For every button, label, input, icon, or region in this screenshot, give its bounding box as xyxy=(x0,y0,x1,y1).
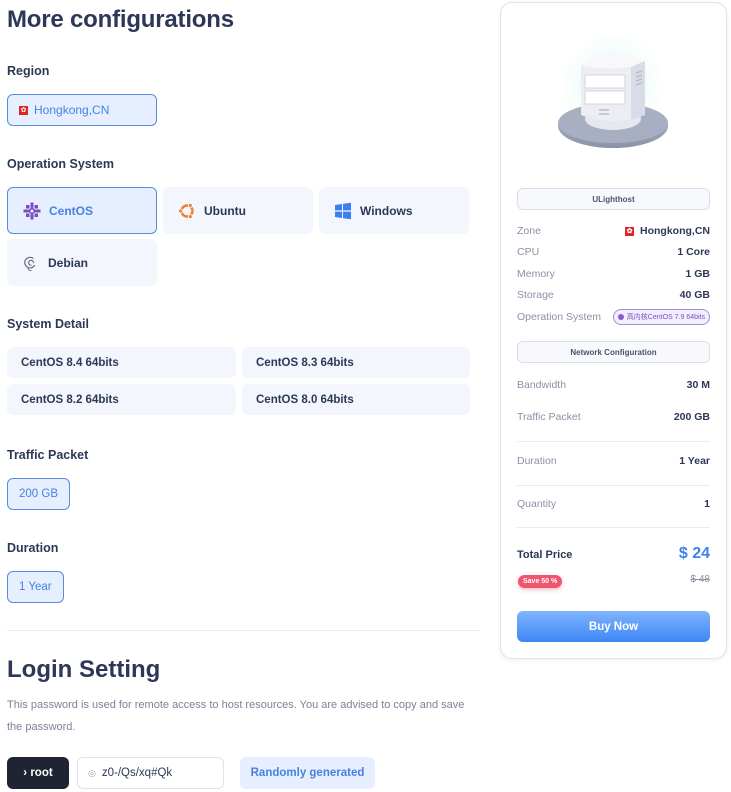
system-detail-option-label: CentOS 8.4 64bits xyxy=(21,356,119,369)
spec-value: 1 xyxy=(704,498,710,510)
os-option-ubuntu[interactable]: Ubuntu xyxy=(163,187,313,234)
spec-key: Operation System xyxy=(517,311,602,323)
network-configuration-pill: Network Configuration xyxy=(517,341,710,363)
spec-value: Hongkong,CN xyxy=(640,225,710,237)
traffic-packet-label: Traffic Packet xyxy=(7,448,89,462)
total-price-label: Total Price xyxy=(517,549,573,561)
order-summary-card: ULighthost Zone ✿ Hongkong,CN CPU 1 Core … xyxy=(500,2,727,659)
region-label: Region xyxy=(7,64,50,78)
centos-icon xyxy=(617,314,624,320)
region-option-label: Hongkong,CN xyxy=(34,103,110,117)
save-badge: Save 50 % xyxy=(518,575,563,588)
duration-label: Duration xyxy=(7,541,59,555)
network-row-bandwidth: Bandwidth 30 M xyxy=(517,379,710,391)
system-detail-option[interactable]: CentOS 8.2 64bits xyxy=(7,384,236,415)
network-row-traffic: Traffic Packet 200 GB xyxy=(517,411,710,423)
spec-row-storage: Storage 40 GB xyxy=(517,289,710,301)
os-option-centos[interactable]: CentOS xyxy=(7,187,157,234)
spec-row-zone: Zone ✿ Hongkong,CN xyxy=(517,225,710,237)
spec-value: 30 M xyxy=(686,379,710,391)
summary-row-quantity: Quantity 1 xyxy=(517,498,710,510)
system-detail-option-label: CentOS 8.0 64bits xyxy=(256,393,354,406)
os-option-label: Debian xyxy=(48,255,89,270)
ubuntu-icon xyxy=(177,201,197,221)
summary-divider xyxy=(517,485,710,486)
system-detail-option[interactable]: CentOS 8.3 64bits xyxy=(242,347,470,378)
spec-row-memory: Memory 1 GB xyxy=(517,268,710,280)
spec-key: Storage xyxy=(517,289,554,301)
os-option-label: CentOS xyxy=(49,203,94,218)
spec-key: Zone xyxy=(517,225,541,237)
spec-value: 200 GB xyxy=(673,411,710,423)
windows-icon xyxy=(333,201,353,221)
system-detail-option-label: CentOS 8.3 64bits xyxy=(256,356,354,369)
os-badge: 高内核CentOS 7.9 64bits xyxy=(612,309,710,325)
spec-value: 高内核CentOS 7.9 64bits xyxy=(626,314,705,321)
section-divider xyxy=(7,630,480,631)
spec-key: Bandwidth xyxy=(517,379,567,391)
spec-key: Quantity xyxy=(517,498,557,510)
spec-row-cpu: CPU 1 Core xyxy=(517,246,710,258)
hongkong-flag-icon: ✿ xyxy=(19,105,28,115)
total-price-value: $ 24 xyxy=(678,545,710,562)
product-name-pill: ULighthost xyxy=(517,188,710,210)
spec-key: CPU xyxy=(517,246,540,258)
summary-divider xyxy=(517,527,710,528)
spec-value: 40 GB xyxy=(679,289,710,301)
system-detail-option-label: CentOS 8.2 64bits xyxy=(21,393,119,406)
root-user-button[interactable]: › root xyxy=(7,757,69,789)
debian-icon xyxy=(21,253,41,273)
system-detail-label: System Detail xyxy=(7,317,89,331)
duration-option-label: 1 Year xyxy=(19,581,52,593)
eye-icon[interactable]: ◎ xyxy=(88,768,96,779)
original-price: $ 48 xyxy=(690,574,710,585)
randomly-generated-button[interactable]: Randomly generated xyxy=(240,757,375,789)
os-label: Operation System xyxy=(7,157,114,171)
summary-row-duration: Duration 1 Year xyxy=(517,455,710,467)
os-option-windows[interactable]: Windows xyxy=(319,187,469,234)
summary-divider xyxy=(517,441,710,442)
hongkong-flag-icon: ✿ xyxy=(625,226,634,236)
region-option-hongkong[interactable]: ✿ Hongkong,CN xyxy=(7,94,157,126)
buy-now-button[interactable]: Buy Now xyxy=(517,611,710,642)
page-title: More configurations xyxy=(7,6,234,33)
os-option-debian[interactable]: Debian xyxy=(7,239,157,286)
password-field[interactable]: ◎ z0-/Qs/xq#Qk xyxy=(77,757,224,789)
traffic-packet-option[interactable]: 200 GB xyxy=(7,478,70,510)
centos-icon xyxy=(22,201,42,221)
spec-key: Memory xyxy=(517,268,555,280)
login-setting-title: Login Setting xyxy=(7,656,161,683)
spec-value: 1 GB xyxy=(685,268,710,280)
spec-row-os: Operation System 高内核CentOS 7.9 64bits xyxy=(517,309,710,325)
spec-value: 1 Core xyxy=(677,246,710,258)
os-option-label: Ubuntu xyxy=(204,203,246,218)
server-illustration xyxy=(541,23,686,163)
os-option-label: Windows xyxy=(360,203,413,218)
system-detail-option[interactable]: CentOS 8.0 64bits xyxy=(242,384,470,415)
spec-key: Traffic Packet xyxy=(517,411,581,423)
password-value: z0-/Qs/xq#Qk xyxy=(101,767,173,779)
spec-key: Duration xyxy=(517,455,557,467)
traffic-packet-option-label: 200 GB xyxy=(19,488,58,500)
login-description: This password is used for remote access … xyxy=(7,699,465,733)
duration-option[interactable]: 1 Year xyxy=(7,571,64,603)
system-detail-option[interactable]: CentOS 8.4 64bits xyxy=(7,347,236,378)
spec-value: 1 Year xyxy=(679,455,710,467)
